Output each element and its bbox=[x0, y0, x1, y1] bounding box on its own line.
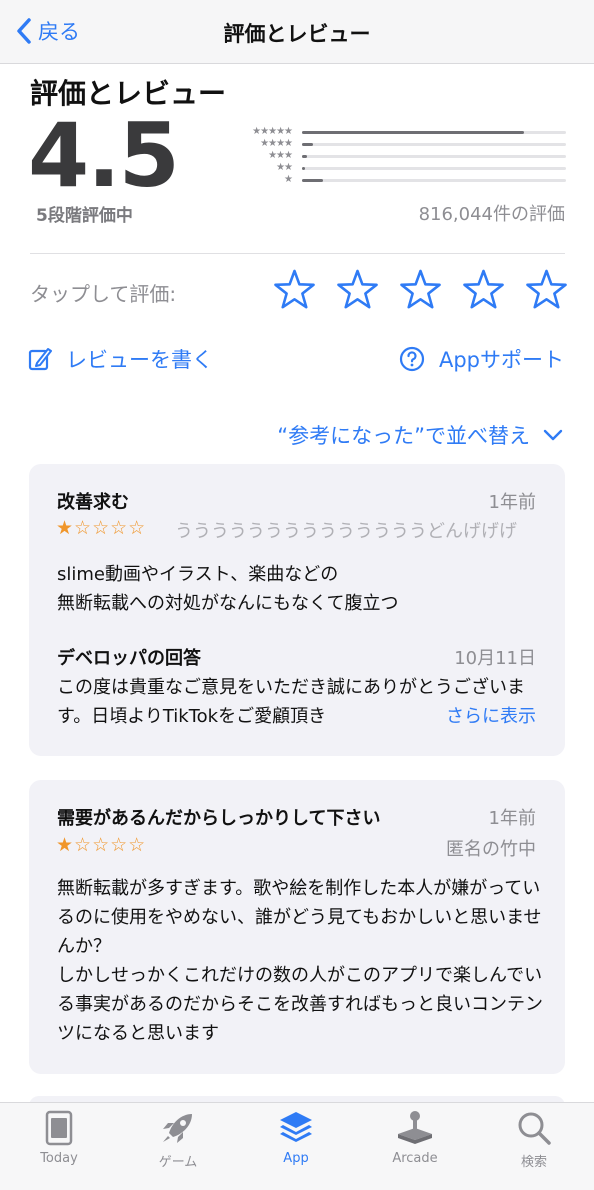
rocket-icon bbox=[163, 1114, 192, 1143]
review-title: 改善求む bbox=[57, 492, 129, 513]
divider bbox=[30, 253, 565, 254]
histogram-row-2: ★★ bbox=[222, 162, 567, 174]
histogram-stars: ★★★★★ bbox=[252, 126, 293, 137]
review-date: 1年前 bbox=[488, 492, 536, 513]
joystick-icon bbox=[398, 1111, 432, 1144]
sort-menu-button[interactable]: “参考になった”で並べ替え bbox=[277, 420, 564, 450]
star-outline-icon[interactable] bbox=[522, 268, 571, 312]
histogram-bar bbox=[302, 178, 324, 182]
review-card[interactable]: 需要があるんだからしっかりして下さい 1年前 ★☆☆☆☆ 匿名の竹中 無断転載が… bbox=[29, 780, 565, 1074]
app-stack-icon bbox=[280, 1112, 312, 1142]
histogram-bar bbox=[302, 130, 524, 134]
write-review-label: レビューを書く bbox=[66, 348, 213, 372]
tab-label: Today bbox=[40, 1151, 78, 1166]
histogram-bar bbox=[302, 166, 305, 170]
tab-search[interactable]: 検索 bbox=[494, 1109, 574, 1170]
navigation-bar: 戻る 評価とレビュー bbox=[0, 0, 594, 64]
histogram-row-1: ★ bbox=[222, 174, 567, 186]
star-outline-icon[interactable] bbox=[270, 268, 319, 312]
tab-label: App bbox=[283, 1151, 309, 1166]
star-outline-icon[interactable] bbox=[396, 268, 445, 312]
histogram-bar bbox=[302, 142, 313, 146]
histogram-row-4: ★★★★ bbox=[222, 138, 567, 150]
chevron-down-icon bbox=[543, 429, 563, 441]
nav-title: 評価とレビュー bbox=[223, 22, 371, 46]
sort-label: “参考になった”で並べ替え bbox=[277, 424, 530, 448]
review-date: 1年前 bbox=[488, 808, 536, 829]
show-more-link[interactable]: さらに表示 bbox=[416, 702, 536, 731]
histogram-row-5: ★★★★★ bbox=[222, 126, 567, 138]
search-icon bbox=[518, 1112, 551, 1145]
tab-label: Arcade bbox=[392, 1151, 438, 1166]
tab-bar: Today ゲーム App Arcade 検索 bbox=[0, 1102, 594, 1190]
review-title: 需要があるんだからしっかりして下さい bbox=[57, 808, 381, 829]
review-body: 無断転載が多すぎます。歌や絵を制作した本人が嫌がっているのに使用をやめない、誰が… bbox=[57, 878, 543, 1044]
rating-histogram: ★★★★★ ★★★★ ★★★ ★★ ★ bbox=[222, 126, 567, 186]
review-card[interactable]: 改善求む 1年前 ★☆☆☆☆ ううううううううううううううどんげげげ slime… bbox=[29, 464, 565, 756]
histogram-bar bbox=[302, 154, 308, 158]
review-star-rating: ★☆☆☆☆ bbox=[56, 834, 147, 856]
star-outline-icon[interactable] bbox=[459, 268, 508, 312]
tab-games[interactable]: ゲーム bbox=[138, 1109, 218, 1170]
tab-label: 検索 bbox=[520, 1155, 547, 1170]
histogram-row-3: ★★★ bbox=[222, 150, 567, 162]
tab-today[interactable]: Today bbox=[19, 1109, 99, 1166]
tab-apps[interactable]: App bbox=[256, 1109, 336, 1166]
histogram-stars: ★ bbox=[284, 174, 293, 185]
app-support-label: Appサポート bbox=[438, 348, 564, 372]
review-author: ううううううううううううううどんげげげ bbox=[175, 521, 517, 542]
review-author: 匿名の竹中 bbox=[446, 839, 536, 860]
total-ratings-count: 816,044件の評価 bbox=[418, 204, 565, 225]
tap-to-rate-stars bbox=[270, 268, 571, 312]
write-review-button[interactable]: レビューを書く bbox=[28, 344, 213, 374]
out-of-label: 5段階評価中 bbox=[36, 206, 133, 226]
star-outline-icon[interactable] bbox=[333, 268, 382, 312]
review-star-rating: ★☆☆☆☆ bbox=[56, 517, 147, 539]
today-icon bbox=[45, 1110, 73, 1146]
tab-label: ゲーム bbox=[158, 1155, 198, 1170]
tab-arcade[interactable]: Arcade bbox=[375, 1109, 455, 1166]
histogram-stars: ★★★ bbox=[268, 150, 293, 161]
compose-icon bbox=[28, 348, 52, 371]
histogram-stars: ★★ bbox=[276, 162, 293, 173]
question-circle-icon bbox=[399, 346, 425, 372]
review-body: slime動画やイラスト、楽曲などの 無断転載への対処がなんにもなくて腹立つ bbox=[57, 564, 399, 614]
developer-response-date: 10月11日 bbox=[454, 648, 536, 669]
app-support-button[interactable]: Appサポート bbox=[399, 344, 564, 374]
tap-to-rate-label: タップして評価: bbox=[30, 282, 177, 306]
average-rating: 4.5 bbox=[28, 104, 180, 207]
histogram-stars: ★★★★ bbox=[260, 138, 293, 149]
developer-response-title: デベロッパの回答 bbox=[57, 648, 201, 669]
